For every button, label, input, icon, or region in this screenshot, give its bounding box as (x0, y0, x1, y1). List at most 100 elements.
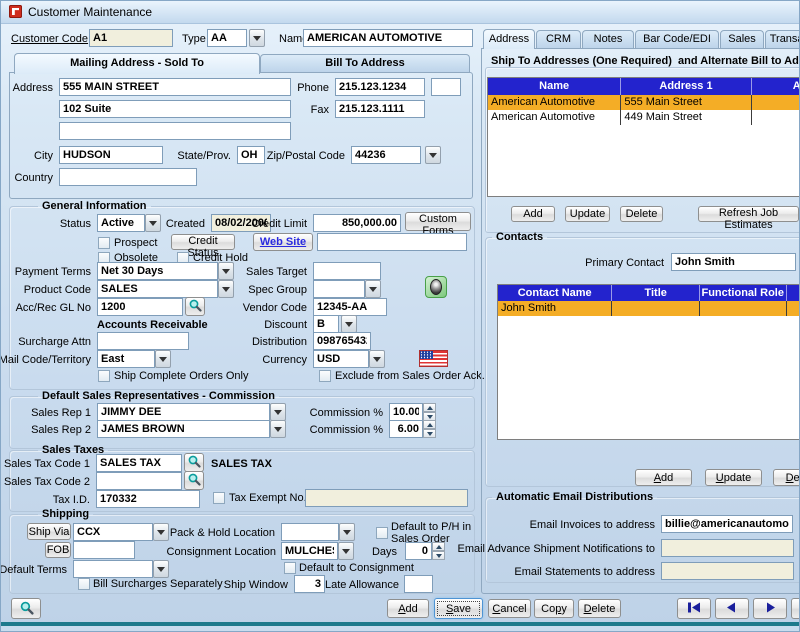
fob-field[interactable] (73, 541, 135, 559)
column-header-department[interactable]: Department (787, 285, 800, 301)
days-field[interactable] (405, 542, 432, 560)
prospect-checkbox[interactable] (98, 237, 110, 249)
spec-group-dropdown-button[interactable] (365, 280, 381, 298)
ship-via-field[interactable] (73, 523, 153, 541)
column-header-title[interactable]: Title (612, 285, 700, 301)
sales-rep2-dropdown-button[interactable] (270, 420, 286, 438)
save-button[interactable]: Save (434, 598, 483, 619)
refresh-job-estimates-button[interactable]: Refresh Job Estimates (698, 206, 799, 222)
distribution-field[interactable] (313, 332, 371, 350)
tab-bill-to-address[interactable]: Bill To Address (260, 54, 470, 72)
customer-name-field[interactable] (303, 29, 473, 47)
fob-button[interactable]: FOB (45, 542, 71, 558)
title-bar[interactable]: Customer Maintenance (1, 1, 800, 24)
payment-terms-field[interactable] (97, 262, 218, 280)
pack-hold-dropdown-button[interactable] (339, 523, 355, 541)
tab-address[interactable]: Address (483, 29, 535, 49)
tab-sales[interactable]: Sales (720, 30, 764, 48)
pack-hold-field[interactable] (281, 523, 339, 541)
tab-mailing-address[interactable]: Mailing Address - Sold To (14, 53, 260, 74)
email-asn-field[interactable] (661, 539, 794, 557)
email-invoices-field[interactable] (661, 515, 793, 533)
tax-code2-search-button[interactable] (184, 471, 204, 490)
email-statements-field[interactable] (661, 562, 794, 580)
bill-surcharges-checkbox[interactable] (78, 578, 90, 590)
consignment-field[interactable] (281, 542, 338, 560)
mail-code-dropdown-button[interactable] (155, 350, 171, 368)
default-terms-dropdown-button[interactable] (153, 560, 169, 578)
accrec-gl-field[interactable] (97, 298, 183, 316)
commission2-spinner[interactable] (423, 420, 436, 438)
column-header-address1[interactable]: Address 1 (621, 78, 751, 95)
tax-code1-field[interactable] (96, 454, 182, 472)
tax-code2-field[interactable] (96, 472, 182, 490)
status-dropdown-button[interactable] (145, 214, 161, 232)
ship-complete-checkbox[interactable] (98, 370, 110, 382)
type-dropdown-button[interactable] (249, 29, 265, 47)
column-header-name[interactable]: Name (488, 78, 621, 95)
consignment-dropdown-button[interactable] (338, 542, 354, 560)
discount-field[interactable] (313, 315, 339, 333)
exclude-ack-checkbox[interactable] (319, 370, 331, 382)
product-code-field[interactable] (97, 280, 218, 298)
spec-group-field[interactable] (313, 280, 365, 298)
ship-to-update-button[interactable]: Update (565, 206, 610, 222)
commission2-field[interactable] (389, 420, 423, 438)
tab-bar-code-edi[interactable]: Bar Code/EDI (635, 30, 719, 48)
web-site-field[interactable] (317, 233, 467, 251)
table-row[interactable]: American Automotive 555 Main Street (488, 95, 800, 110)
customer-code-field[interactable] (89, 29, 173, 47)
status-field[interactable] (97, 214, 145, 232)
ship-via-dropdown-button[interactable] (153, 523, 169, 541)
default-ph-checkbox[interactable] (376, 527, 388, 539)
currency-field[interactable] (313, 350, 369, 368)
default-consignment-checkbox[interactable] (284, 562, 296, 574)
cancel-button[interactable]: Cancel (488, 599, 531, 618)
sales-rep1-dropdown-button[interactable] (270, 403, 286, 421)
default-terms-field[interactable] (73, 560, 153, 578)
nav-next-button[interactable] (753, 598, 787, 619)
tax-id-field[interactable] (96, 490, 200, 508)
add-button[interactable]: Add (387, 599, 429, 618)
late-allowance-field[interactable] (404, 575, 433, 593)
contacts-add-button[interactable]: Add (635, 469, 692, 486)
sales-rep2-field[interactable] (97, 420, 270, 438)
ship-via-button[interactable]: Ship Via (27, 523, 71, 540)
tax-code1-search-button[interactable] (184, 453, 204, 472)
contacts-delete-button[interactable]: Delete (773, 469, 800, 486)
ship-to-delete-button[interactable]: Delete (620, 206, 663, 222)
nav-previous-button[interactable] (715, 598, 749, 619)
commission1-field[interactable] (389, 403, 423, 421)
tab-transactions[interactable]: Transactions (765, 30, 800, 48)
sales-target-field[interactable] (313, 262, 381, 280)
days-spinner[interactable] (432, 542, 445, 560)
column-header-contact-name[interactable]: Contact Name (498, 285, 612, 301)
custom-forms-button[interactable]: Custom Forms (405, 212, 471, 231)
table-row[interactable]: American Automotive 449 Main Street (488, 110, 800, 125)
web-site-button[interactable]: Web Site (253, 233, 313, 251)
table-row[interactable]: John Smith (498, 301, 800, 316)
tab-notes[interactable]: Notes (582, 30, 634, 48)
credit-status-button[interactable]: Credit Status (171, 234, 235, 250)
column-header-address2[interactable]: Address 2 (752, 78, 800, 95)
nav-last-button[interactable] (791, 598, 800, 619)
discount-dropdown-button[interactable] (341, 315, 357, 333)
mail-code-field[interactable] (97, 350, 155, 368)
customer-code-label[interactable]: Customer Code (11, 33, 88, 46)
contacts-update-button[interactable]: Update (705, 469, 762, 486)
copy-button[interactable]: Copy (534, 599, 574, 618)
tab-crm[interactable]: CRM (536, 30, 581, 48)
payment-terms-dropdown-button[interactable] (218, 262, 234, 280)
tax-exempt-checkbox[interactable] (213, 492, 225, 504)
vendor-code-field[interactable] (313, 298, 387, 316)
webcam-icon[interactable] (425, 276, 447, 298)
commission1-spinner[interactable] (423, 403, 436, 421)
footer-search-button[interactable] (11, 598, 41, 619)
delete-button[interactable]: Delete (578, 599, 621, 618)
surcharge-attn-field[interactable] (97, 332, 189, 350)
product-code-dropdown-button[interactable] (218, 280, 234, 298)
ship-window-field[interactable] (294, 575, 325, 593)
credit-limit-field[interactable] (313, 214, 401, 232)
type-field[interactable] (207, 29, 247, 47)
primary-contact-field[interactable] (671, 253, 796, 271)
